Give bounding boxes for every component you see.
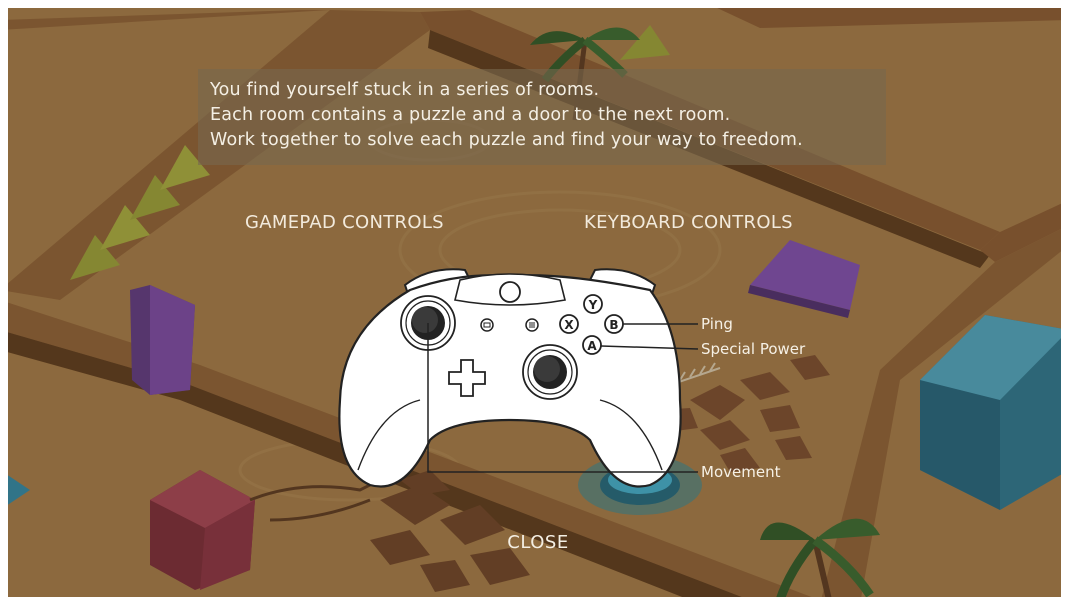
close-button[interactable]: CLOSE [492,528,584,558]
intro-line-1: You find yourself stuck in a series of r… [210,80,600,100]
special-power-callout: Special Power [701,340,806,358]
face-button-x-label: X [564,318,574,332]
face-button-a-label: A [587,339,597,353]
tab-keyboard-controls[interactable]: KEYBOARD CONTROLS [584,212,793,233]
game-screen: Y X B A You find yourself stuck in a ser… [0,0,1069,604]
intro-panel: You find yourself stuck in a series of r… [198,69,886,165]
view-button [480,318,494,332]
ping-callout: Ping [701,315,733,333]
frame-bottom [0,597,1069,604]
face-button-b-label: B [609,318,618,332]
frame-right [1061,0,1069,604]
tab-gamepad-controls[interactable]: GAMEPAD CONTROLS [245,212,444,233]
guide-button [499,281,521,303]
intro-line-2: Each room contains a puzzle and a door t… [210,105,731,125]
movement-callout: Movement [701,463,781,481]
intro-line-3: Work together to solve each puzzle and f… [210,130,803,150]
face-button-y-label: Y [588,298,598,312]
frame-left [0,0,8,604]
frame-top [0,0,1069,8]
